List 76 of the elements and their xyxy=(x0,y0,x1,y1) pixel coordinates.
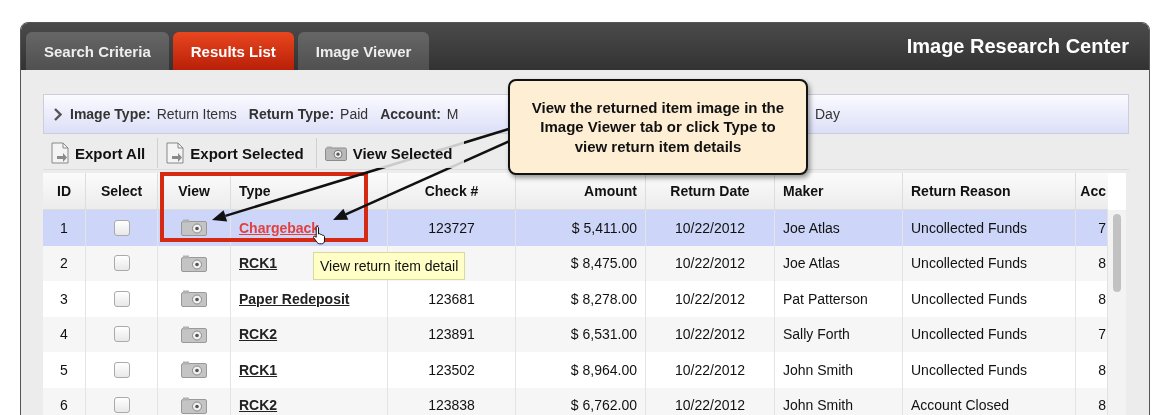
table-cell: $ 8,278.00 xyxy=(516,281,646,317)
filter-value: M xyxy=(446,106,459,122)
filter-value: Return Items xyxy=(156,106,237,122)
filter-value: Day xyxy=(815,106,840,122)
table-cell: $ 6,762.00 xyxy=(516,387,646,415)
table-cell: 10/22/2012 xyxy=(646,281,775,317)
table-cell: $ 8,964.00 xyxy=(516,352,646,388)
column-header[interactable]: Select xyxy=(86,173,158,209)
table-cell: 5 xyxy=(43,352,86,388)
checkbox[interactable] xyxy=(113,290,130,307)
column-header[interactable]: View xyxy=(158,173,231,209)
column-header[interactable]: Type xyxy=(231,173,388,209)
table-cell: 123681 xyxy=(388,281,516,317)
table-cell: 123727 xyxy=(388,210,516,246)
table-cell: Uncollected Funds xyxy=(903,352,1076,388)
camera-icon[interactable] xyxy=(181,325,207,343)
table-cell-text: 8 xyxy=(1097,396,1107,415)
table-cell-text: 7 xyxy=(1097,325,1107,345)
camera-icon[interactable] xyxy=(181,290,207,308)
table-row[interactable]: 1 Chargeback 123727 $ 5,411.00 10/22/2012 Joe Atlas Uncollected Funds 7 xyxy=(43,210,1108,246)
tab[interactable]: Results List xyxy=(172,32,294,70)
table-cell-text: 7 xyxy=(1097,218,1107,238)
camera-icon[interactable] xyxy=(181,254,207,272)
type-link[interactable]: Paper Redeposit xyxy=(239,290,350,307)
type-link[interactable]: RCK2 xyxy=(239,397,278,414)
filter-label: Account: xyxy=(380,106,441,122)
table-cell: Uncollected Funds xyxy=(903,210,1076,246)
toolbar-button[interactable]: Export Selected xyxy=(158,138,317,168)
document-icon xyxy=(51,142,69,164)
table-cell: Joe Atlas xyxy=(775,210,903,246)
table-cell: 123502 xyxy=(388,352,516,388)
checkbox[interactable] xyxy=(113,361,130,378)
filter-value: Paid xyxy=(340,106,369,122)
type-link[interactable]: RCK1 xyxy=(239,255,278,272)
table-cell: 3 xyxy=(43,281,86,317)
tab[interactable]: Search Criteria xyxy=(26,32,169,70)
tab[interactable]: Image Viewer xyxy=(297,32,430,70)
table-cell: 6 xyxy=(43,387,86,415)
window-title: Image Research Center xyxy=(906,35,1129,58)
filter-label: Image Type: xyxy=(70,106,151,122)
table-cell: 123838 xyxy=(388,387,516,415)
camera-icon[interactable] xyxy=(181,361,207,379)
checkbox[interactable] xyxy=(113,255,130,272)
table-cell: 10/22/2012 xyxy=(646,210,775,246)
tooltip: View return item detail xyxy=(313,252,466,280)
table-cell: John Smith xyxy=(775,352,903,388)
filter-label: Return Type: xyxy=(248,106,335,122)
table-row[interactable]: 6 RCK2 123838 $ 6,762.00 10/22/2012 John Smith Account Closed 8 xyxy=(43,387,1108,415)
camera-icon xyxy=(324,145,347,161)
table-cell: 10/22/2012 xyxy=(646,352,775,388)
table-cell: Pat Patterson xyxy=(775,281,903,317)
table-row[interactable]: 4 RCK2 123891 $ 6,531.00 10/22/2012 Sally Forth Uncollected Funds 7 xyxy=(43,316,1108,352)
table-cell-text: 8 xyxy=(1097,289,1107,309)
table-cell: Account Closed xyxy=(903,387,1076,415)
column-header[interactable]: Acc xyxy=(1076,173,1108,209)
type-link[interactable]: RCK2 xyxy=(239,326,278,343)
table-cell: 10/22/2012 xyxy=(646,387,775,415)
column-header[interactable]: ID xyxy=(43,173,86,209)
column-header[interactable]: Return Reason xyxy=(903,173,1076,209)
table-cell: John Smith xyxy=(775,387,903,415)
toolbar-button[interactable]: Export All xyxy=(43,138,159,168)
table-cell: Uncollected Funds xyxy=(903,281,1076,317)
checkbox[interactable] xyxy=(113,219,130,236)
table-cell-text: 8 xyxy=(1097,254,1107,274)
checkbox[interactable] xyxy=(113,397,130,414)
table-cell: 1 xyxy=(43,210,86,246)
table-cell-text: 8 xyxy=(1097,360,1107,380)
document-icon xyxy=(166,142,185,164)
checkbox[interactable] xyxy=(113,326,130,343)
scrollbar[interactable] xyxy=(1107,210,1126,415)
type-link[interactable]: RCK1 xyxy=(239,361,278,378)
chevron-icon[interactable] xyxy=(54,107,62,121)
camera-icon[interactable] xyxy=(181,396,207,414)
callout: View the returned item image in the Image Viewer tab or click Type to view return item details xyxy=(508,79,808,175)
table-cell: $ 5,411.00 xyxy=(516,210,646,246)
camera-icon[interactable] xyxy=(181,219,207,237)
